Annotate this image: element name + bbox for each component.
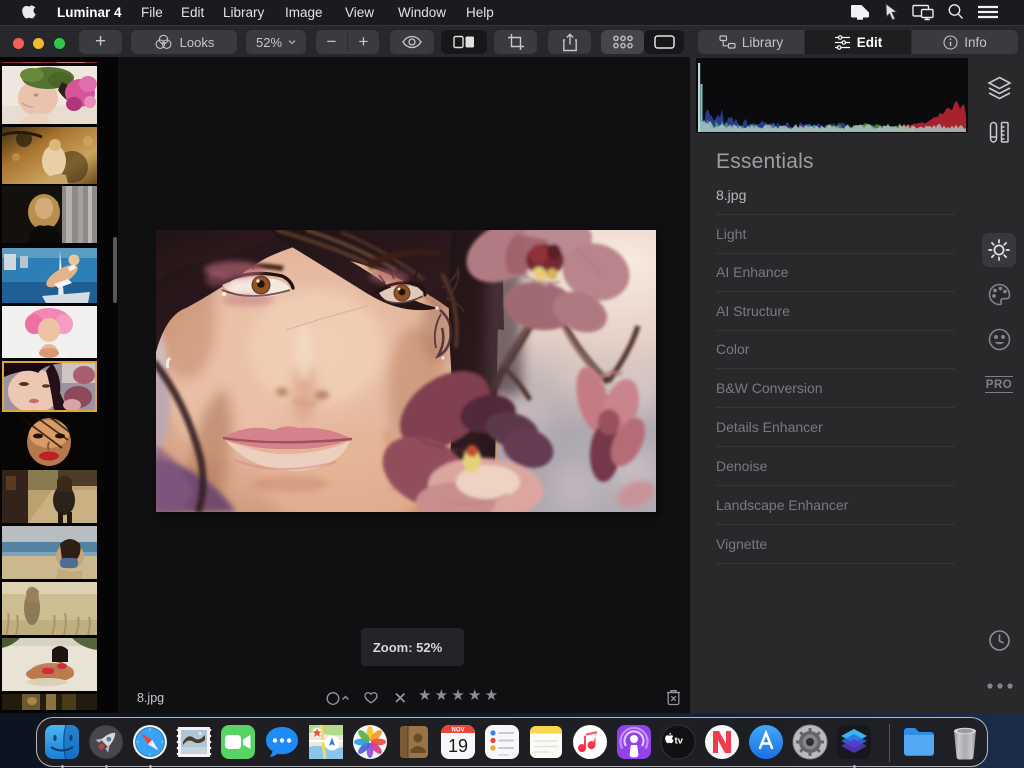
svg-text:19: 19	[448, 736, 468, 756]
svg-text:tv: tv	[675, 736, 684, 747]
svg-text:NOV: NOV	[451, 728, 464, 734]
